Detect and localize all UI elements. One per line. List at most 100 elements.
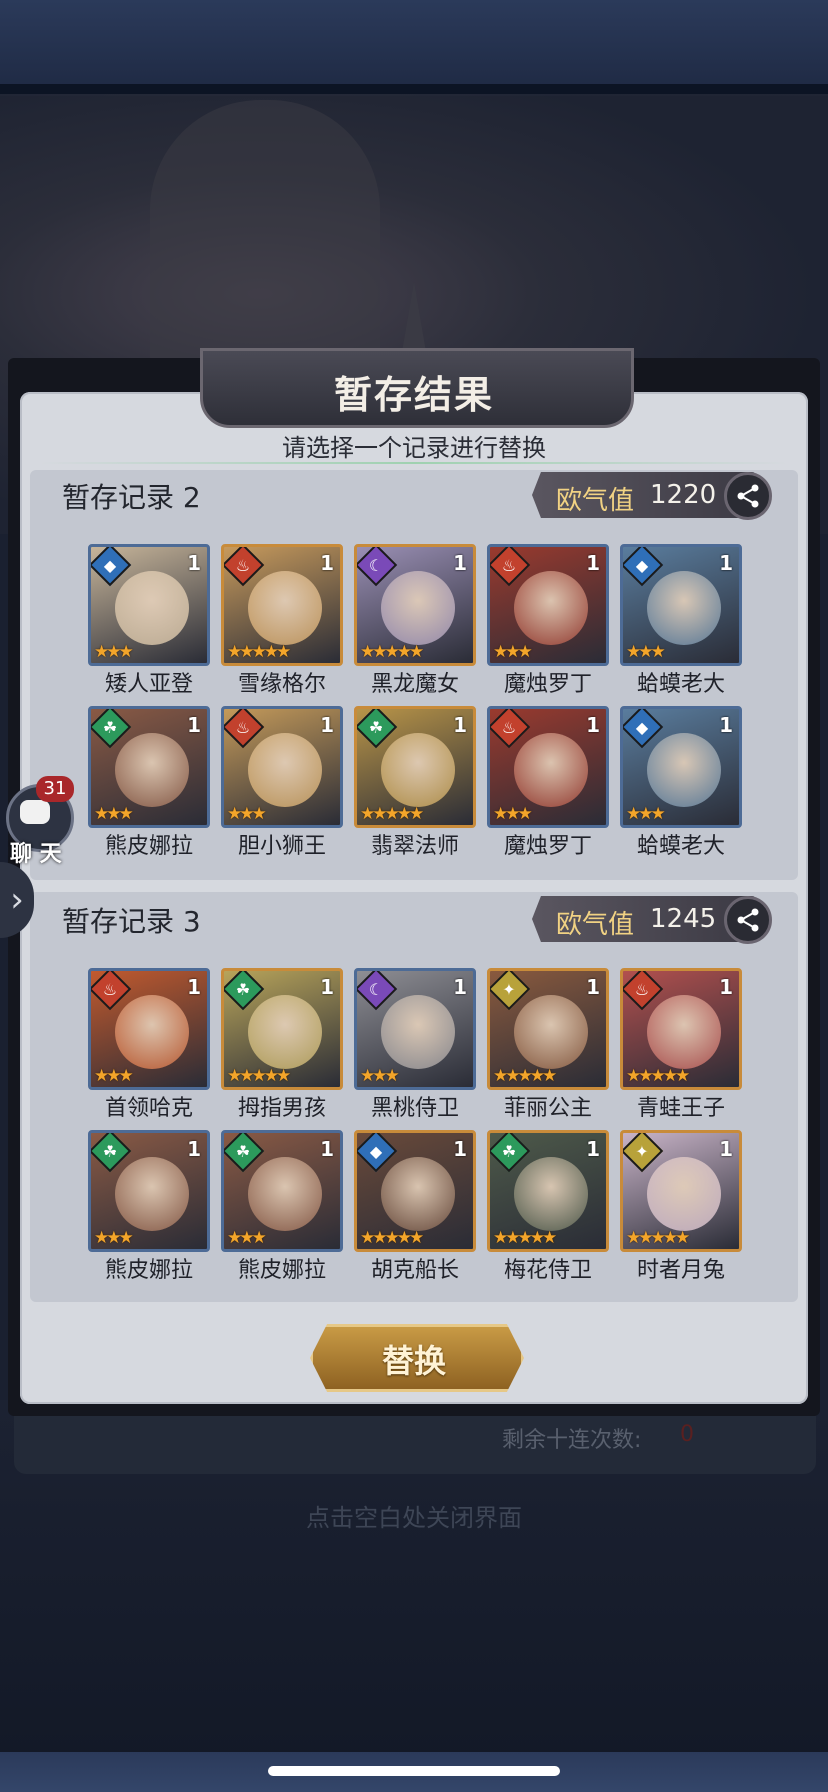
home-indicator[interactable] [268,1766,560,1776]
hero-portrait [514,571,588,645]
hero-stars: ★★★ [227,804,267,824]
wind-icon-glyph: ☘ [501,1142,517,1161]
hero-stars: ★★★★★ [493,1066,557,1086]
hero-card[interactable]: ☘ 1 ★★★ [221,1130,343,1252]
hero-name: 胆小狮王 [237,834,326,859]
hero-stars: ★★★★★ [493,1228,557,1248]
hero-name: 青蛙王子 [636,1096,725,1121]
hero-name: 黑龙魔女 [370,672,459,697]
luck-label: 欧气值 [556,486,635,516]
hero-card[interactable]: ☘ 1 ★★★ [88,706,210,828]
hero-card[interactable]: ✦ 1 ★★★★★ [487,968,609,1090]
hero-count: 1 [719,975,733,999]
hero-name: 蛤蟆老大 [636,834,725,859]
hero-name: 魔烛罗丁 [503,672,592,697]
hero-portrait [115,1157,189,1231]
hero-portrait [647,733,721,807]
hero-card[interactable]: ✦ 1 ★★★★★ [620,1130,742,1252]
hero-stars: ★★★ [626,642,666,662]
hero-portrait [647,995,721,1069]
water-icon-glyph: ◆ [635,718,649,737]
hero-count: 1 [586,551,600,575]
top-banner-bg [0,0,828,90]
hero-count: 1 [719,551,733,575]
hero-count: 1 [586,1137,600,1161]
share-button[interactable] [724,896,772,944]
hero-count: 1 [719,1137,733,1161]
hero-card[interactable]: ♨ 1 ★★★★★ [620,968,742,1090]
hero-portrait [514,733,588,807]
hero-stars: ★★★ [94,1228,134,1248]
hero-count: 1 [453,551,467,575]
hero-stars: ★★★ [94,804,134,824]
water-icon-glyph: ◆ [369,1142,383,1161]
wind-icon-glyph: ☘ [368,718,384,737]
hero-count: 1 [453,713,467,737]
hero-portrait [248,733,322,807]
fire-icon-glyph: ♨ [634,980,650,999]
hero-portrait [381,1157,455,1231]
record-title: 暂存记录 2 [62,481,201,514]
hero-count: 1 [187,1137,201,1161]
dialog-subtitle: 请选择一个记录进行替换 [282,434,546,462]
hero-name: 时者月兔 [636,1258,725,1283]
hero-card[interactable]: ☘ 1 ★★★ [88,1130,210,1252]
close-hint[interactable]: 点击空白处关闭界面 [0,1498,828,1533]
hero-card[interactable]: ♨ 1 ★★★ [487,706,609,828]
hero-portrait [248,571,322,645]
water-icon-glyph: ◆ [635,556,649,575]
hero-portrait [115,733,189,807]
hero-stars: ★★★ [626,804,666,824]
hero-count: 1 [187,713,201,737]
subtitle-divider [40,462,788,464]
light-icon-glyph: ✦ [502,980,516,999]
hero-count: 1 [453,1137,467,1161]
hero-card[interactable]: ◆ 1 ★★★ [620,544,742,666]
hero-card[interactable]: ◆ 1 ★★★ [88,544,210,666]
hero-count: 1 [320,713,334,737]
remaining-label: 剩余十连次数: [502,1428,642,1453]
hero-card[interactable]: ☾ 1 ★★★★★ [354,544,476,666]
hero-portrait [115,995,189,1069]
hero-name: 蛤蟆老大 [636,672,725,697]
hero-name: 翡翠法师 [370,834,459,859]
hero-portrait [381,571,455,645]
swap-button-label[interactable]: 替换 [310,1336,518,1382]
hero-stars: ★★★ [493,642,533,662]
hero-name: 首领哈克 [104,1096,193,1121]
hero-card[interactable]: ♨ 1 ★★★ [221,706,343,828]
hero-card[interactable]: ♨ 1 ★★★ [88,968,210,1090]
hero-portrait [647,571,721,645]
luck-value: 1220 [650,480,717,510]
hero-card[interactable]: ☘ 1 ★★★★★ [221,968,343,1090]
hero-count: 1 [320,1137,334,1161]
hero-card[interactable]: ☾ 1 ★★★ [354,968,476,1090]
fire-icon-glyph: ♨ [102,980,118,999]
hero-count: 1 [187,551,201,575]
share-button[interactable] [724,472,772,520]
hero-card[interactable]: ☘ 1 ★★★★★ [354,706,476,828]
wind-icon-glyph: ☘ [102,1142,118,1161]
hero-stars: ★★★★★ [227,642,291,662]
moon-icon-glyph: ☾ [368,980,384,999]
hero-card[interactable]: ♨ 1 ★★★★★ [221,544,343,666]
chat-label[interactable]: 聊 天 [10,836,62,868]
hero-card[interactable]: ◆ 1 ★★★★★ [354,1130,476,1252]
hero-portrait [248,1157,322,1231]
hero-name: 菲丽公主 [503,1096,592,1121]
luck-value: 1245 [650,904,717,934]
hero-name: 黑桃侍卫 [370,1096,459,1121]
fire-icon-glyph: ♨ [235,718,251,737]
hero-portrait [647,1157,721,1231]
light-icon-glyph: ✦ [635,1142,649,1161]
wind-icon-glyph: ☘ [102,718,118,737]
remaining-value: 0 [680,1422,694,1447]
hero-name: 熊皮娜拉 [104,834,193,859]
hero-card[interactable]: ☘ 1 ★★★★★ [487,1130,609,1252]
hero-card[interactable]: ◆ 1 ★★★ [620,706,742,828]
hero-stars: ★★★ [94,1066,134,1086]
hero-card[interactable]: ♨ 1 ★★★ [487,544,609,666]
hero-name: 梅花侍卫 [503,1258,592,1283]
hero-stars: ★★★★★ [626,1066,690,1086]
moon-icon-glyph: ☾ [368,556,384,575]
